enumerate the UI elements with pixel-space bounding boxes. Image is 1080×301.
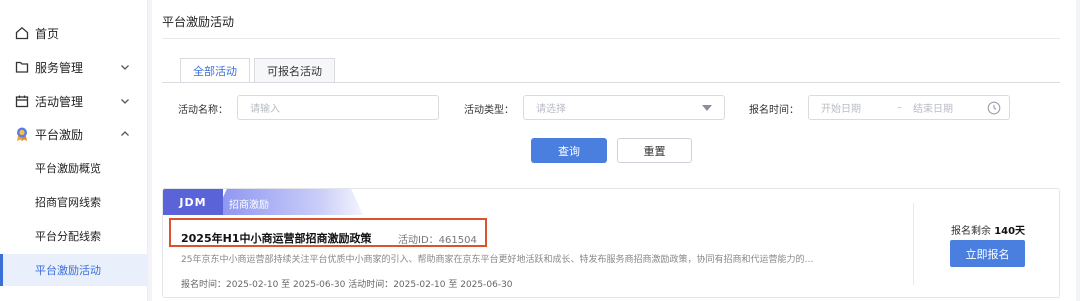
signup-button[interactable]: 立即报名 — [950, 240, 1025, 267]
home-icon — [14, 25, 30, 41]
activity-type-select[interactable]: 请选择 — [523, 95, 725, 120]
sidebar-subitem-incentive-activity[interactable]: 平台激励活动 — [0, 254, 147, 286]
page-title: 平台激励活动 — [162, 15, 235, 29]
reset-button[interactable]: 重置 — [617, 138, 692, 163]
sidebar-item-activity[interactable]: 活动管理 — [0, 85, 147, 117]
sidebar: 首页 服务管理 活动管理 平台激励 平台激励概览 招商官网线索 平台分配线索 平… — [0, 0, 148, 301]
sidebar-subitem-label: 招商官网线索 — [35, 196, 101, 209]
divider — [913, 203, 914, 285]
activity-title[interactable]: 2025年H1中小商运营部招商激励政策 — [181, 230, 371, 246]
sidebar-subitem-label: 平台分配线索 — [35, 230, 101, 243]
sidebar-subitem-leads-site[interactable]: 招商官网线索 — [0, 186, 147, 218]
activity-name-placeholder: 请输入 — [250, 104, 280, 115]
remaining-count: 140天 — [994, 226, 1026, 237]
activity-dates: 报名时间：2025-02-10 至 2025-06-30 活动时间：2025-0… — [181, 280, 513, 290]
tab-registrable-activities[interactable]: 可报名活动 — [254, 58, 335, 83]
sidebar-item-label: 首页 — [35, 26, 60, 41]
main-content: 平台激励活动 全部活动 可报名活动 活动名称： 请输入 活动类型： 请选择 报名… — [152, 0, 1076, 301]
sidebar-item-home[interactable]: 首页 — [0, 17, 147, 49]
activity-card: JDM 招商激励 2025年H1中小商运营部招商激励政策 活动ID：461504… — [162, 188, 1060, 298]
activity-name-label: 活动名称： — [178, 105, 228, 116]
sidebar-item-label: 服务管理 — [35, 60, 84, 75]
caret-down-icon — [702, 105, 712, 111]
jdm-logo: JDM — [163, 189, 223, 215]
tab-bar: 全部活动 可报名活动 — [180, 58, 339, 83]
activity-description: 25年京东中小商运营部持续关注平台优质中小商家的引入、帮助商家在京东平台更好地活… — [181, 255, 814, 265]
clock-icon — [987, 101, 1001, 118]
query-button[interactable]: 查询 — [531, 138, 607, 163]
chevron-down-icon — [118, 94, 132, 108]
activity-type-placeholder: 请选择 — [536, 104, 566, 115]
remaining-days: 报名剩余 140天 — [951, 222, 1025, 237]
brand-tag: 招商激励 — [229, 200, 269, 211]
tab-all-activities[interactable]: 全部活动 — [180, 58, 250, 83]
sidebar-item-service[interactable]: 服务管理 — [0, 51, 147, 83]
sidebar-item-label: 平台激励 — [35, 127, 84, 142]
folder-icon — [14, 59, 30, 75]
activity-type-label: 活动类型： — [464, 105, 514, 116]
end-date-placeholder[interactable]: 结束日期 — [913, 100, 953, 115]
sidebar-subitem-overview[interactable]: 平台激励概览 — [0, 152, 147, 184]
divider — [162, 82, 1060, 83]
sidebar-subitem-label: 平台激励活动 — [35, 264, 101, 277]
activity-id: 活动ID：461504 — [398, 235, 477, 246]
sidebar-subitem-leads-assigned[interactable]: 平台分配线索 — [0, 220, 147, 252]
signup-time-label: 报名时间： — [749, 105, 799, 116]
remaining-prefix: 报名剩余 — [951, 226, 991, 237]
chevron-down-icon — [118, 60, 132, 74]
calendar-icon — [14, 93, 30, 109]
sidebar-item-label: 活动管理 — [35, 94, 84, 109]
range-separator: – — [897, 102, 902, 113]
start-date-placeholder[interactable]: 开始日期 — [821, 100, 861, 115]
chevron-up-icon — [118, 127, 132, 141]
medal-icon — [14, 126, 30, 142]
divider — [162, 38, 1060, 39]
sidebar-subitem-label: 平台激励概览 — [35, 162, 101, 175]
activity-brand-banner: JDM 招商激励 — [163, 189, 363, 215]
date-range-picker[interactable]: 开始日期 – 结束日期 — [808, 95, 1010, 120]
app: 首页 服务管理 活动管理 平台激励 平台激励概览 招商官网线索 平台分配线索 平… — [0, 0, 1080, 301]
activity-name-input[interactable]: 请输入 — [237, 95, 439, 120]
sidebar-item-incentive[interactable]: 平台激励 — [0, 118, 147, 150]
